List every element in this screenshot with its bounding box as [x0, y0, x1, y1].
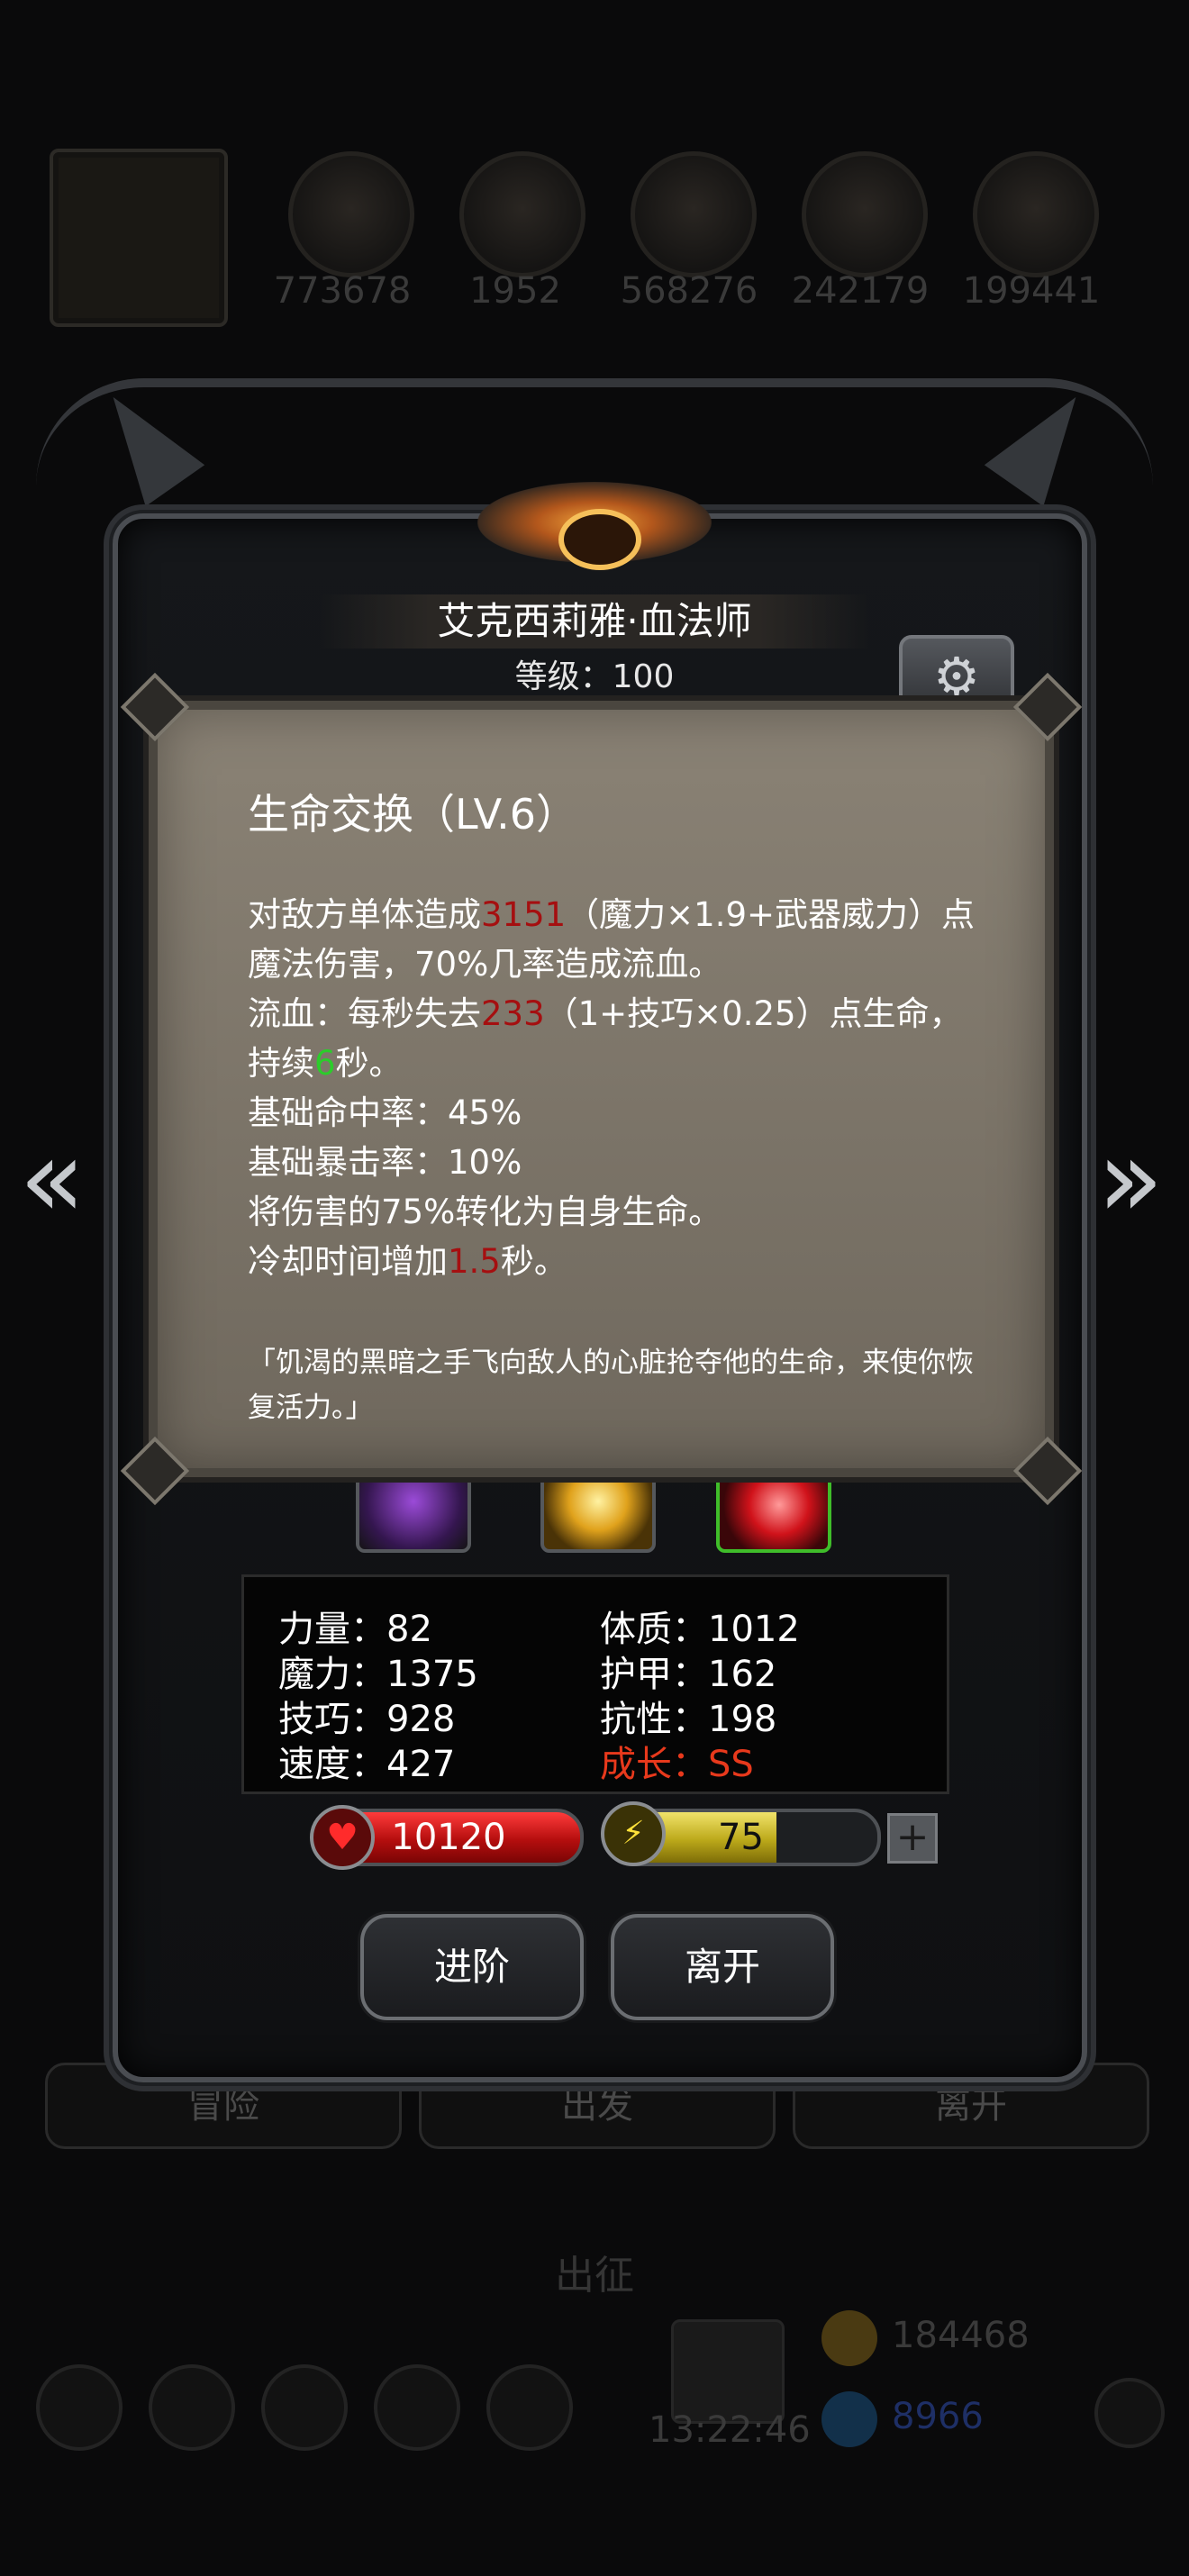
resource-icon-4 — [802, 151, 928, 277]
desc-text: 对敌方单体造成 — [248, 895, 481, 934]
skill-title: 生命交换（LV.6） — [248, 790, 578, 839]
skill-tooltip: 生命交换（LV.6） 对敌方单体造成3151（魔力×1.9+武器威力）点魔法伤害… — [120, 672, 1083, 1506]
desc-line: 基础暴击率：10% — [248, 1143, 522, 1182]
menu-icon — [374, 2364, 460, 2451]
add-icon — [1094, 2378, 1165, 2448]
add-energy-button[interactable]: + — [887, 1813, 938, 1864]
leave-button[interactable]: 离开 — [611, 1914, 834, 2020]
menu-icon — [261, 2364, 348, 2451]
desc-text: 秒。 — [500, 1242, 567, 1281]
plus-icon: + — [895, 1814, 930, 1860]
crescent-icon — [558, 509, 641, 570]
resource-count: 1952 — [469, 270, 561, 312]
gold-icon — [821, 2310, 877, 2366]
expedition-title: 出征 — [555, 2253, 634, 2299]
hp-bar: ♥ 10120 — [310, 1805, 584, 1870]
hero-name: 艾克西莉雅·血法师 — [320, 594, 869, 649]
resource-count: 199441 — [962, 270, 1101, 312]
chevron-right-icon: » — [1097, 1117, 1164, 1242]
timer-text: 13:22:46 — [649, 2409, 811, 2451]
menu-icon — [36, 2364, 123, 2451]
bleed-value: 233 — [481, 994, 545, 1033]
gear-icon: ⚙ — [933, 646, 980, 707]
desc-line: 流血：每秒失去233（1+技巧×0.25）点生命，持续6秒。 — [248, 989, 986, 1088]
gold-count: 184468 — [892, 2315, 1030, 2356]
desc-line: 将伤害的75%转化为自身生命。 — [248, 1193, 722, 1231]
resource-icon-3 — [631, 151, 757, 277]
skill-slot-2[interactable] — [540, 1477, 656, 1553]
next-hero-button[interactable]: » — [1094, 1121, 1166, 1238]
chevron-left-icon: « — [19, 1117, 86, 1242]
gem-icon — [821, 2391, 877, 2447]
menu-icon — [149, 2364, 235, 2451]
resource-icon-2 — [459, 151, 585, 277]
hero-portrait — [50, 149, 228, 327]
damage-value: 3151 — [481, 895, 567, 934]
skill-slot-3[interactable] — [716, 1477, 831, 1553]
advance-button[interactable]: 进阶 — [360, 1914, 584, 2020]
resource-count: 242179 — [791, 270, 930, 312]
stat-growth: 成长：SS — [600, 1744, 754, 1785]
desc-text: 秒。 — [335, 1044, 403, 1083]
chest-icon — [671, 2319, 785, 2424]
skill-description: 对敌方单体造成3151（魔力×1.9+武器威力）点魔法伤害，70%几率造成流血。… — [248, 890, 986, 1286]
gem-count: 8966 — [892, 2396, 984, 2437]
menu-icon — [486, 2364, 573, 2451]
resource-icon-1 — [288, 151, 414, 277]
resource-icon-5 — [973, 151, 1099, 277]
stats-panel: 力量：82 体质：1012 魔力：1375 护甲：162 技巧：928 抗性：1… — [241, 1574, 949, 1794]
desc-line: 冷却时间增加1.5秒。 — [248, 1237, 986, 1286]
desc-text: 流血：每秒失去 — [248, 994, 481, 1033]
desc-text: 冷却时间增加 — [248, 1242, 448, 1281]
energy-value: 75 — [718, 1817, 764, 1858]
desc-line: 对敌方单体造成3151（魔力×1.9+武器威力）点魔法伤害，70%几率造成流血。 — [248, 890, 986, 989]
stat-speed: 速度：427 — [278, 1744, 456, 1785]
hero-level: 等级：100 — [514, 658, 675, 695]
hp-value: 10120 — [391, 1817, 506, 1858]
skill-slot-1[interactable] — [356, 1477, 471, 1553]
duration-value: 6 — [314, 1044, 336, 1083]
resource-count: 773678 — [273, 270, 412, 312]
desc-line: 基础命中率：45% — [248, 1093, 522, 1132]
cooldown-value: 1.5 — [448, 1242, 501, 1281]
prev-hero-button[interactable]: « — [16, 1121, 88, 1238]
resource-count: 568276 — [620, 270, 758, 312]
flavor-text: 「饥渴的黑暗之手飞向敌人的心脏抢夺他的生命，来使你恢复活力。」 — [248, 1347, 974, 1424]
